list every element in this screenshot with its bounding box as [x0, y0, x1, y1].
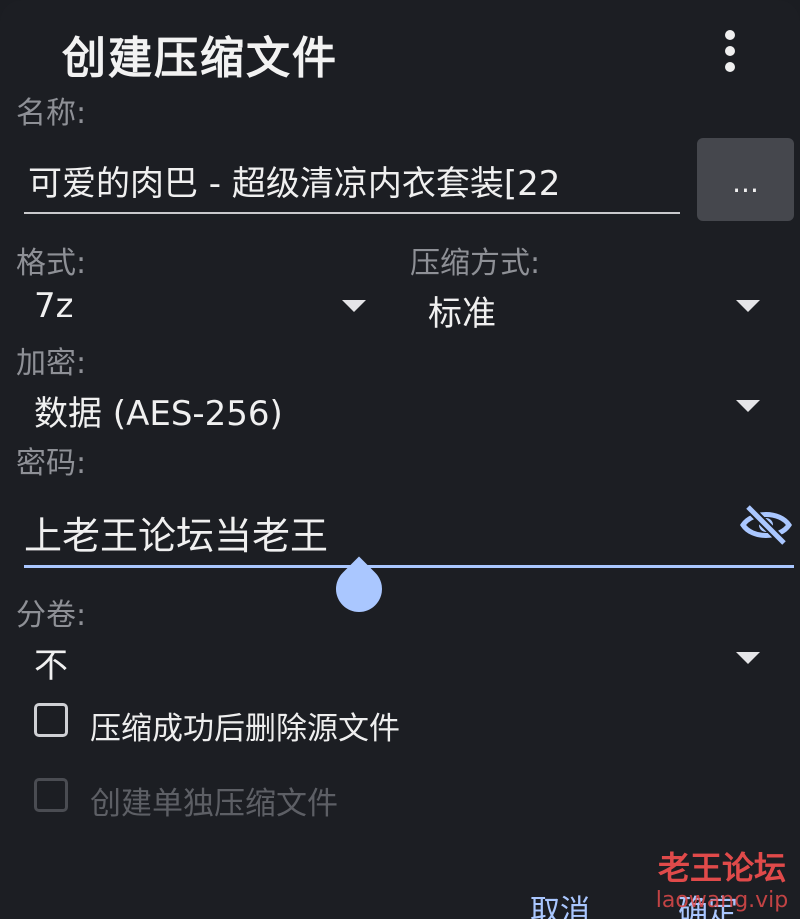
more-vert-icon[interactable]: [718, 30, 742, 72]
format-label: 格式:: [16, 246, 87, 281]
compression-label: 压缩方式:: [410, 246, 541, 281]
format-value: 7z: [34, 286, 74, 326]
chevron-down-icon: [736, 652, 760, 664]
cancel-button[interactable]: 取消: [530, 886, 590, 919]
ok-button[interactable]: 确定: [678, 886, 738, 919]
password-input[interactable]: 上老王论坛当老王: [24, 495, 794, 568]
split-label: 分卷:: [16, 598, 87, 633]
password-label: 密码:: [16, 446, 87, 481]
encryption-value: 数据 (AES-256): [34, 394, 283, 434]
chevron-down-icon: [736, 300, 760, 312]
compression-value: 标准: [428, 294, 496, 334]
name-label: 名称:: [16, 96, 87, 131]
create-archive-dialog: 创建压缩文件 名称: 可爱的肉巴 - 超级清凉内衣套装[22 ... 格式: 7…: [0, 0, 800, 919]
encryption-select[interactable]: 数据 (AES-256): [16, 380, 772, 434]
name-value: 可爱的肉巴 - 超级清凉内衣套装[22: [28, 164, 561, 204]
separate-archives-label: 创建单独压缩文件: [90, 786, 338, 822]
encryption-label: 加密:: [16, 346, 87, 381]
delete-source-label[interactable]: 压缩成功后删除源文件: [90, 703, 400, 748]
dialog-title: 创建压缩文件: [62, 33, 338, 84]
format-select[interactable]: 7z: [16, 280, 376, 330]
split-value: 不: [34, 646, 68, 686]
watermark-title: 老王论坛: [657, 849, 786, 887]
name-input[interactable]: 可爱的肉巴 - 超级清凉内衣套装[22: [24, 150, 680, 214]
eye-off-icon[interactable]: [740, 503, 792, 547]
chevron-down-icon: [736, 400, 760, 412]
separate-archives-checkbox: [34, 778, 68, 812]
chevron-down-icon: [342, 300, 366, 312]
browse-button[interactable]: ...: [697, 138, 794, 221]
delete-source-checkbox[interactable]: [34, 703, 68, 737]
split-select[interactable]: 不: [16, 632, 772, 686]
compression-select[interactable]: 标准: [410, 280, 772, 334]
password-value: 上老王论坛当老王: [24, 514, 329, 558]
